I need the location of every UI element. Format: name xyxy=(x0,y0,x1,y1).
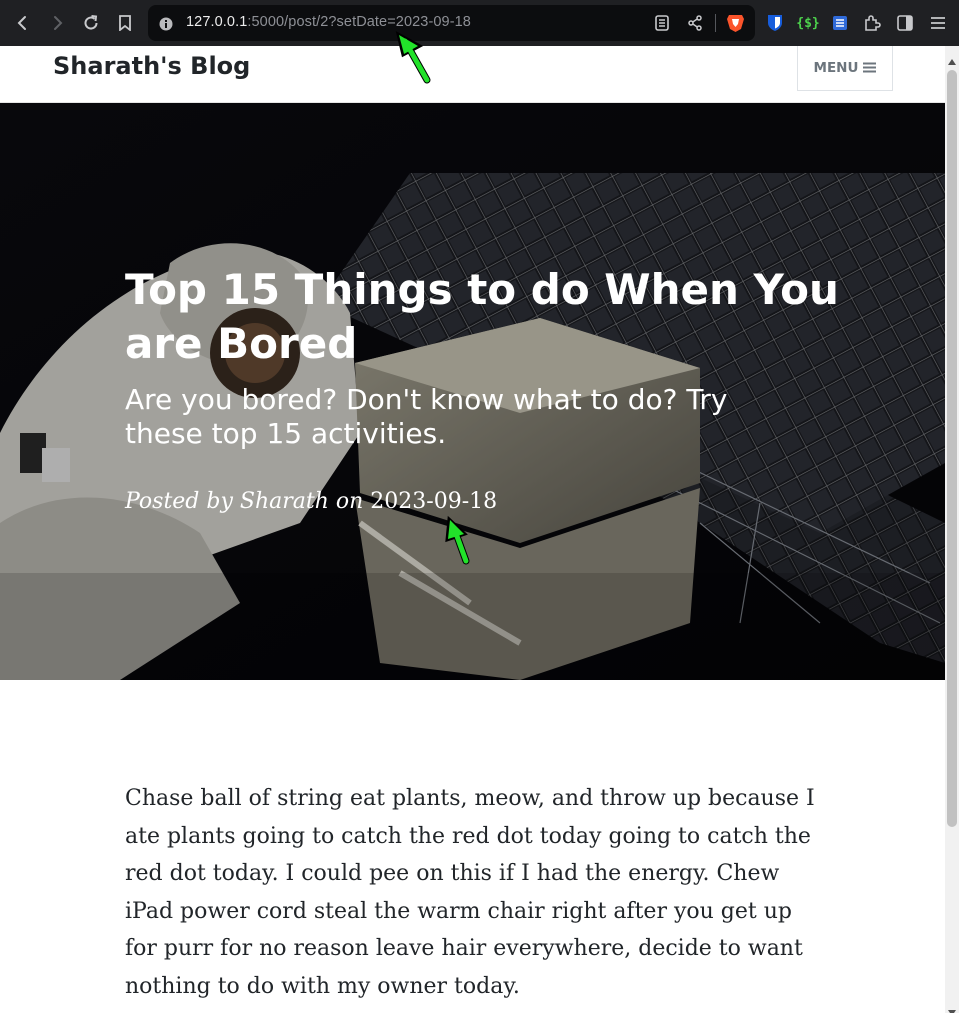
page-scrollbar[interactable] xyxy=(945,46,959,1013)
annotation-overlay xyxy=(395,31,470,565)
annotation-arrow-date xyxy=(445,515,470,565)
scroll-up-icon[interactable] xyxy=(948,50,956,65)
scroll-down-icon[interactable] xyxy=(948,1001,956,1013)
scroll-thumb[interactable] xyxy=(947,70,957,827)
annotation-arrow-url xyxy=(395,31,431,84)
